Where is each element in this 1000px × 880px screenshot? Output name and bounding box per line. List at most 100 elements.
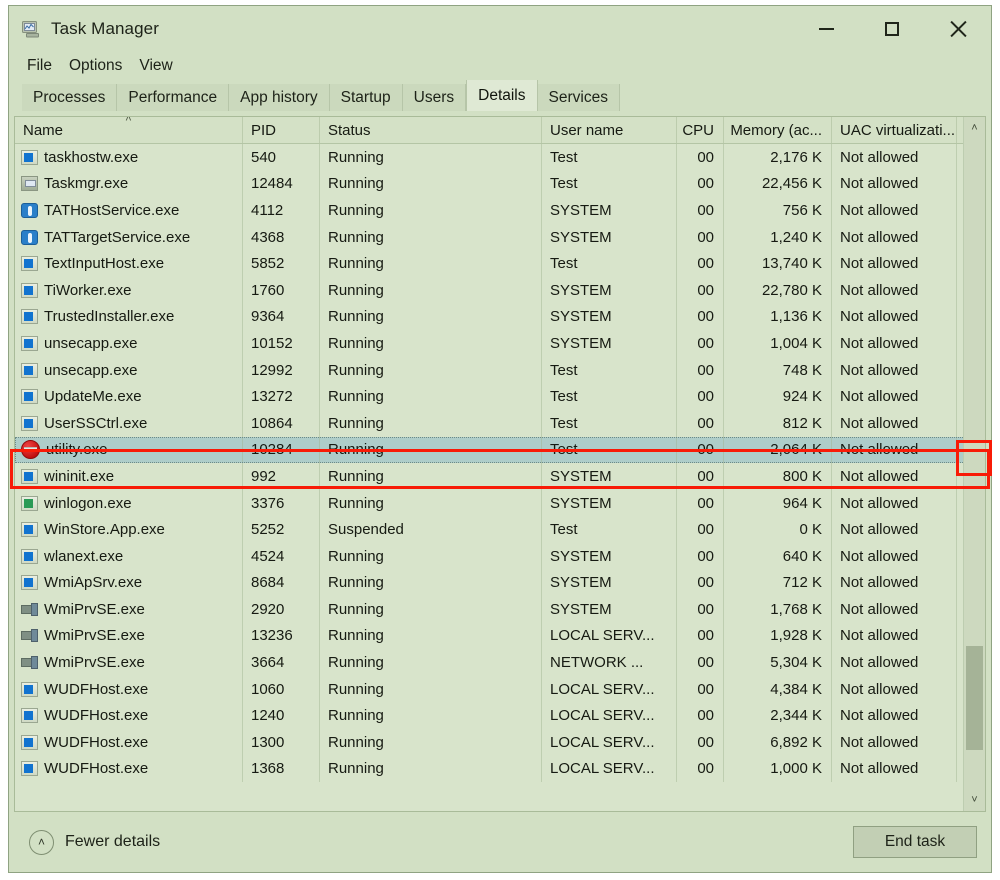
cell-status: Running: [320, 409, 542, 437]
menu-item-view[interactable]: View: [137, 56, 174, 76]
table-row[interactable]: WUDFHost.exe 1300 Running LOCAL SERV... 00 6,…: [15, 729, 985, 756]
cell-status: Running: [320, 383, 542, 410]
scrollbar-thumb[interactable]: [966, 646, 983, 750]
end-task-button[interactable]: End task: [853, 826, 977, 858]
scrollbar-track[interactable]: [964, 139, 985, 789]
scroll-down-button[interactable]: ˅: [964, 789, 985, 811]
cell-name: UpdateMe.exe: [15, 383, 243, 410]
cell-text: WUDFHost.exe: [44, 707, 149, 725]
cell-name: TrustedInstaller.exe: [15, 303, 243, 331]
cell-uac: Not allowed: [832, 436, 957, 464]
table-row[interactable]: winlogon.exe 3376 Running SYSTEM 00 964 K Not …: [15, 489, 985, 517]
cell-memory: 640 K: [724, 542, 832, 570]
cell-pid: 5852: [243, 250, 320, 277]
scroll-up-button[interactable]: ˄: [964, 117, 985, 139]
cell-status: Running: [320, 170, 542, 198]
minimize-icon: [818, 28, 834, 30]
menu-item-file[interactable]: File: [25, 56, 54, 76]
vertical-scrollbar[interactable]: ˄ ˅: [963, 117, 985, 811]
generic-app-icon: [21, 389, 38, 405]
cell-text: TATTargetService.exe: [44, 228, 191, 246]
tat-service-icon: [21, 229, 38, 245]
table-row[interactable]: TiWorker.exe 1760 Running SYSTEM 00 22,780 K N…: [15, 276, 985, 304]
table-row[interactable]: WmiPrvSE.exe 3664 Running NETWORK ... 00 5,30…: [15, 649, 985, 676]
cell-text: 00: [697, 334, 714, 352]
cell-text: SYSTEM: [550, 600, 612, 618]
cell-memory: 1,136 K: [724, 303, 832, 331]
table-row[interactable]: TrustedInstaller.exe 9364 Running SYSTEM 00 1…: [15, 303, 985, 331]
cell-text: Test: [550, 175, 578, 193]
column-header-pid[interactable]: PID: [243, 117, 320, 143]
table-row[interactable]: taskhostw.exe 540 Running Test 00 2,176 K Not …: [15, 144, 985, 171]
cell-text: 00: [697, 574, 714, 592]
tab-startup[interactable]: Startup: [329, 84, 403, 111]
cell-memory: 2,344 K: [724, 702, 832, 730]
table-row[interactable]: Taskmgr.exe 12484 Running Test 00 22,456 K Not…: [15, 170, 985, 198]
table-row[interactable]: unsecapp.exe 10152 Running SYSTEM 00 1,004 K N…: [15, 330, 985, 357]
minimize-button[interactable]: [793, 6, 859, 52]
table-row[interactable]: TextInputHost.exe 5852 Running Test 00 13,740…: [15, 250, 985, 277]
table-row[interactable]: WmiPrvSE.exe 13236 Running LOCAL SERV... 00 1…: [15, 622, 985, 650]
cell-user: Test: [542, 383, 677, 410]
cell-uac: Not allowed: [832, 144, 957, 171]
tab-performance[interactable]: Performance: [117, 84, 230, 111]
cell-cpu: 00: [677, 622, 724, 650]
cell-text: LOCAL SERV...: [550, 680, 655, 698]
table-row[interactable]: TATHostService.exe 4112 Running SYSTEM 00 756…: [15, 197, 985, 224]
cell-pid: 1240: [243, 702, 320, 730]
table-row[interactable]: wlanext.exe 4524 Running SYSTEM 00 640 K Not a…: [15, 542, 985, 570]
tab-app-history[interactable]: App history: [229, 84, 330, 111]
cell-user: SYSTEM: [542, 569, 677, 597]
cell-user: Test: [542, 356, 677, 384]
utility-blocked-icon: [21, 440, 40, 460]
tab-processes[interactable]: Processes: [22, 84, 118, 111]
cell-text: Running: [328, 175, 384, 193]
cell-text: 748 K: [782, 361, 822, 379]
table-row[interactable]: WUDFHost.exe 1060 Running LOCAL SERV... 00 4,…: [15, 675, 985, 703]
column-header-uac[interactable]: UAC virtualizati...: [832, 117, 957, 143]
cell-memory: 1,000 K: [724, 755, 832, 783]
table-row[interactable]: WinStore.App.exe 5252 Suspended Test 00 0 K No…: [15, 516, 985, 543]
tab-services[interactable]: Services: [537, 84, 620, 111]
column-header-cpu[interactable]: CPU: [677, 117, 724, 143]
cell-text: 812 K: [782, 414, 822, 432]
cell-text: 00: [697, 255, 714, 273]
table-row[interactable]: WUDFHost.exe 1368 Running LOCAL SERV... 00 1,…: [15, 755, 985, 783]
cell-text: TATHostService.exe: [44, 201, 180, 219]
cell-memory: 1,240 K: [724, 223, 832, 251]
table-row[interactable]: TATTargetService.exe 4368 Running SYSTEM 00 1…: [15, 223, 985, 251]
cell-text: WinStore.App.exe: [44, 521, 165, 539]
table-row[interactable]: WmiApSrv.exe 8684 Running SYSTEM 00 712 K Not …: [15, 569, 985, 597]
column-header-memory[interactable]: Memory (ac...: [724, 117, 832, 143]
tab-details[interactable]: Details: [466, 80, 538, 111]
table-row[interactable]: UpdateMe.exe 13272 Running Test 00 924 K Not a…: [15, 383, 985, 410]
column-header-status[interactable]: Status: [320, 117, 542, 143]
maximize-button[interactable]: [859, 6, 925, 52]
cell-text: Not allowed: [840, 361, 919, 379]
cell-name: WmiPrvSE.exe: [15, 622, 243, 650]
tab-users[interactable]: Users: [402, 84, 467, 111]
cell-text: 00: [697, 680, 714, 698]
table-row[interactable]: wininit.exe 992 Running SYSTEM 00 800 K Not al…: [15, 463, 985, 490]
cell-cpu: 00: [677, 729, 724, 756]
menu-item-options[interactable]: Options: [67, 56, 124, 76]
cell-text: 00: [697, 760, 714, 778]
column-header-user[interactable]: User name: [542, 117, 677, 143]
cell-name: taskhostw.exe: [15, 144, 243, 171]
table-row[interactable]: UserSSCtrl.exe 10864 Running Test 00 812 K Not…: [15, 409, 985, 437]
cell-text: LOCAL SERV...: [550, 627, 655, 645]
cell-text: TextInputHost.exe: [44, 255, 165, 273]
table-row[interactable]: WUDFHost.exe 1240 Running LOCAL SERV... 00 2,…: [15, 702, 985, 730]
column-header-name[interactable]: Name ˄: [15, 117, 243, 143]
cell-text: 2920: [251, 600, 285, 618]
table-row[interactable]: utility.exe 10284 Running Test 00 2,064 K Not …: [15, 436, 985, 464]
generic-app-icon: [21, 335, 38, 351]
cell-uac: Not allowed: [832, 729, 957, 756]
table-row[interactable]: unsecapp.exe 12992 Running Test 00 748 K Not a…: [15, 356, 985, 384]
table-row[interactable]: WmiPrvSE.exe 2920 Running SYSTEM 00 1,768 K No…: [15, 596, 985, 623]
cell-text: 12992: [251, 361, 293, 379]
cell-user: LOCAL SERV...: [542, 622, 677, 650]
fewer-details-button[interactable]: ˄ Fewer details: [29, 829, 160, 855]
close-button[interactable]: [925, 6, 991, 52]
generic-app-icon: [21, 309, 38, 325]
